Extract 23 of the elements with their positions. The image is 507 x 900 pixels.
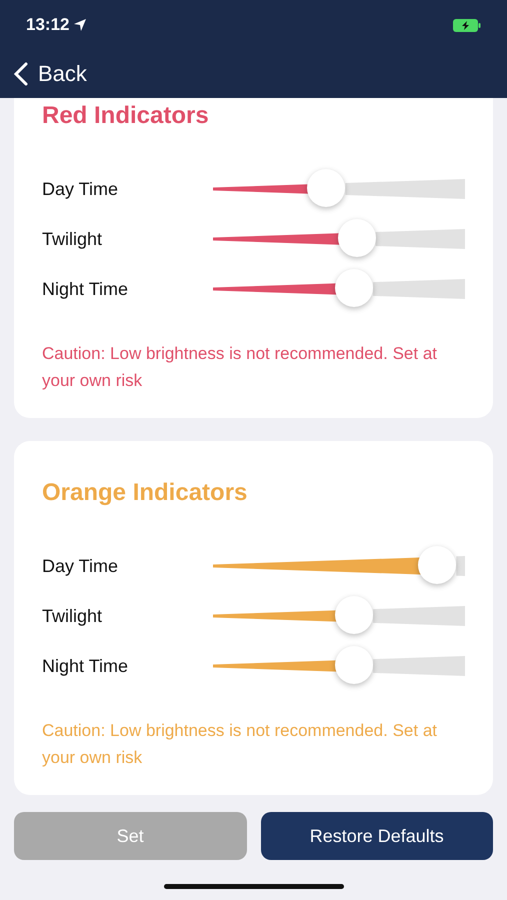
- slider-thumb[interactable]: [338, 219, 376, 257]
- back-button[interactable]: Back: [14, 61, 87, 87]
- action-button[interactable]: Restore Defaults: [260, 812, 493, 860]
- caution-text: Caution: Low brightness is not recommended. Set at your own risk: [42, 720, 438, 769]
- section-title: Red Indicators: [42, 102, 210, 130]
- slider-thumb[interactable]: [335, 596, 374, 634]
- slider-thumb[interactable]: [418, 546, 456, 584]
- section-title: Orange Indicators: [42, 479, 248, 507]
- slider-label: Night Time: [42, 656, 130, 676]
- slider-thumb[interactable]: [335, 646, 374, 684]
- slider-label: Day Time: [42, 556, 120, 576]
- slider-label: Day Time: [42, 178, 120, 200]
- location-arrow-icon: [73, 18, 88, 32]
- slider-label: Night Time: [42, 278, 130, 300]
- clock: 13:12: [26, 15, 70, 35]
- slider-thumb[interactable]: [307, 169, 346, 207]
- slider-track: [456, 556, 465, 576]
- slider-thumb[interactable]: [335, 269, 374, 307]
- chevron-left-icon: [14, 62, 28, 86]
- slider-label: Twilight: [42, 606, 104, 626]
- caution-text: Caution: Low brightness is not recommended. Set at your own risk: [42, 343, 438, 392]
- slider-label: Twilight: [42, 228, 104, 250]
- battery-icon: [453, 18, 481, 32]
